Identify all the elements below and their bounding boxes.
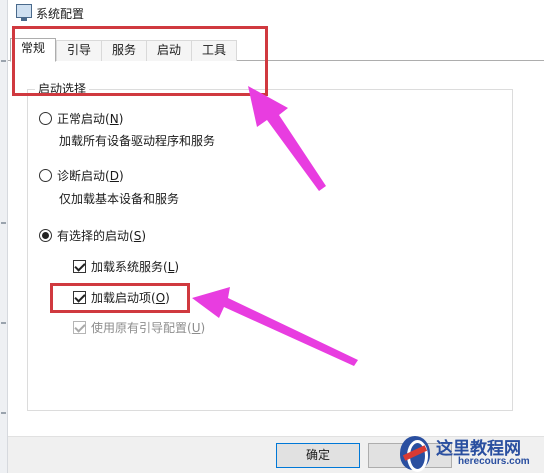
normal-startup-radio[interactable]: 正常启动(N) xyxy=(39,110,123,127)
use-original-boot-config-checkbox: 使用原有引导配置(U) xyxy=(73,319,205,336)
startup-selection-label: 启动选择 xyxy=(35,80,90,97)
normal-startup-hotkey: N xyxy=(109,111,119,126)
ok-button[interactable]: 确定 xyxy=(276,443,360,468)
normal-startup-label: 正常启动 xyxy=(57,112,106,126)
load-startup-items-checkbox[interactable]: 加载启动项(O) xyxy=(73,289,170,306)
use-original-boot-config-label: 使用原有引导配置 xyxy=(91,321,188,335)
selective-startup-hotkey: S xyxy=(133,228,142,243)
radio-unchecked-icon xyxy=(39,112,52,125)
load-system-services-label: 加载系统服务 xyxy=(91,260,164,274)
load-system-services-hotkey: L xyxy=(167,259,175,274)
tab-services[interactable]: 服务 xyxy=(101,40,148,61)
selective-startup-label: 有选择的启动 xyxy=(57,229,130,243)
edge-mark xyxy=(1,322,6,324)
edge-mark xyxy=(1,222,6,224)
title-bar[interactable]: 系统配置 xyxy=(8,0,544,26)
diagnostic-startup-label: 诊断启动 xyxy=(57,169,106,183)
edge-mark xyxy=(1,412,6,414)
tab-bar: 常规 引导 服务 启动 工具 xyxy=(8,38,544,62)
checkbox-checked-icon xyxy=(73,260,86,273)
checkbox-checked-disabled-icon xyxy=(73,321,86,334)
load-startup-items-hotkey: O xyxy=(155,290,166,305)
checkbox-checked-icon xyxy=(73,291,86,304)
load-system-services-checkbox[interactable]: 加载系统服务(L) xyxy=(73,258,179,275)
general-tab-panel: 启动选择 正常启动(N) 加载所有设备驱动程序和服务 诊断启动(D) 仅加载基本… xyxy=(17,61,544,436)
use-original-boot-config-hotkey: U xyxy=(191,320,201,335)
tab-boot[interactable]: 引导 xyxy=(56,40,103,61)
diagnostic-startup-hotkey: D xyxy=(109,168,119,183)
diagnostic-startup-radio[interactable]: 诊断启动(D) xyxy=(39,167,124,184)
system-config-icon xyxy=(16,4,32,21)
tab-startup[interactable]: 启动 xyxy=(146,40,193,61)
tab-general[interactable]: 常规 xyxy=(10,38,57,62)
normal-startup-description: 加载所有设备驱动程序和服务 xyxy=(59,134,216,148)
radio-checked-icon xyxy=(39,229,52,242)
site-watermark: 这里教程网 herecours.com xyxy=(398,432,544,473)
background-window-edge xyxy=(0,0,8,473)
site-logo-icon xyxy=(400,436,430,472)
load-startup-items-label: 加载启动项 xyxy=(91,291,152,305)
window-title: 系统配置 xyxy=(36,7,85,21)
diagnostic-startup-description: 仅加载基本设备和服务 xyxy=(59,192,180,206)
radio-unchecked-icon xyxy=(39,169,52,182)
edge-mark xyxy=(1,60,6,62)
watermark-domain: herecours.com xyxy=(458,456,530,467)
selective-startup-radio[interactable]: 有选择的启动(S) xyxy=(39,227,146,244)
tab-tools[interactable]: 工具 xyxy=(191,40,238,61)
